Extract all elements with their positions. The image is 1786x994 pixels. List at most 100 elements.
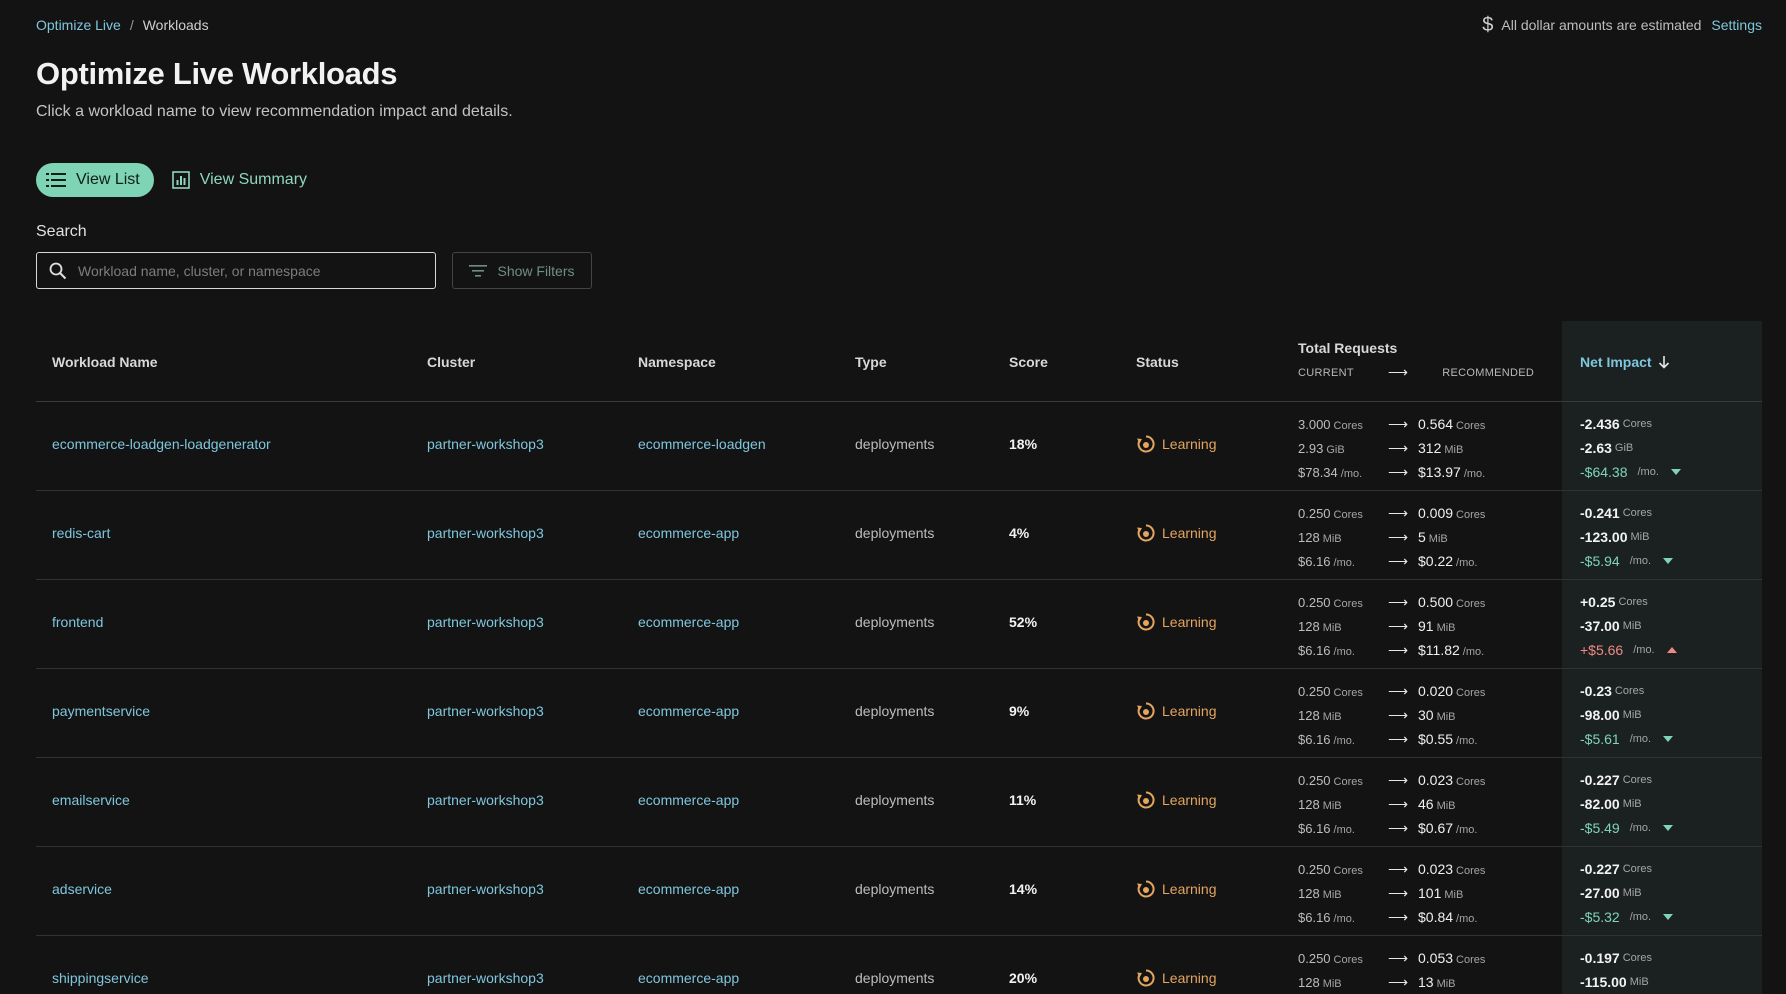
recommended-cpu: 0.053 Cores	[1418, 950, 1486, 966]
expand-toggle[interactable]	[1663, 825, 1674, 831]
net-cpu: -0.241	[1580, 505, 1620, 521]
column-namespace[interactable]: Namespace	[638, 354, 716, 370]
search-input[interactable]	[78, 262, 398, 279]
table-header: Workload Name Cluster Namespace Type Sco…	[36, 321, 1762, 402]
arrow-right-icon: ⟶	[1388, 771, 1409, 788]
cluster-link[interactable]: partner-workshop3	[427, 881, 544, 897]
workload-name-link[interactable]: frontend	[52, 614, 103, 630]
recommended-cost: $0.84/mo.	[1418, 909, 1478, 925]
cluster-link[interactable]: partner-workshop3	[427, 614, 544, 630]
breadcrumb-optimize-live[interactable]: Optimize Live	[36, 17, 121, 33]
total-requests-cell: 0.250 Cores ⟶ 0.053 Cores 128 MiB ⟶ 13 MiB	[1298, 946, 1485, 994]
breadcrumb-current: Workloads	[142, 17, 209, 33]
cost-line: $6.16/mo. ⟶ $0.84/mo.	[1298, 905, 1485, 929]
total-requests-cell: 0.250 Cores ⟶ 0.020 Cores 128 MiB ⟶ 30 MiB $…	[1298, 679, 1485, 751]
workload-name-link[interactable]: emailservice	[52, 792, 130, 808]
expand-toggle[interactable]	[1663, 914, 1674, 920]
namespace-link[interactable]: ecommerce-app	[638, 881, 739, 897]
column-net-impact[interactable]: Net Impact	[1580, 354, 1670, 370]
namespace-link[interactable]: ecommerce-app	[638, 614, 739, 630]
memory-request-line: 128 MiB ⟶ 30 MiB	[1298, 703, 1485, 727]
column-cluster[interactable]: Cluster	[427, 354, 475, 370]
arrow-right-icon: ⟶	[1388, 504, 1409, 521]
table-row: redis-cart partner-workshop3 ecommerce-a…	[36, 491, 1762, 580]
net-memory-line: -2.63 GiB	[1580, 440, 1634, 456]
cpu-request-line: 3.000 Cores ⟶ 0.564 Cores	[1298, 412, 1485, 436]
recommended-memory: 30 MiB	[1418, 707, 1456, 723]
net-memory: -37.00	[1580, 618, 1620, 634]
expand-toggle[interactable]	[1666, 647, 1677, 653]
net-cpu-line: -0.227 Cores	[1580, 861, 1653, 877]
cpu-request-line: 0.250 Cores ⟶ 0.500 Cores	[1298, 590, 1485, 614]
arrow-right-icon: ⟶	[1388, 617, 1409, 634]
column-type[interactable]: Type	[855, 354, 887, 370]
settings-link[interactable]: Settings	[1711, 17, 1762, 33]
namespace-link[interactable]: ecommerce-app	[638, 525, 739, 541]
net-memory-line: -37.00 MiB	[1580, 618, 1642, 634]
cluster-link[interactable]: partner-workshop3	[427, 525, 544, 541]
memory-request-line: 128 MiB ⟶ 101 MiB	[1298, 881, 1485, 905]
status-label: Learning	[1162, 525, 1217, 541]
arrow-right-icon: ⟶	[1387, 364, 1409, 380]
net-cost-line: -$5.49/mo.	[1580, 816, 1674, 840]
column-workload-name[interactable]: Workload Name	[52, 354, 158, 370]
cluster-link[interactable]: partner-workshop3	[427, 436, 544, 452]
cpu-request-line: 0.250 Cores ⟶ 0.009 Cores	[1298, 501, 1485, 525]
arrow-right-icon: ⟶	[1388, 795, 1409, 812]
workloads-table: Workload Name Cluster Namespace Type Sco…	[36, 321, 1762, 994]
cpu-request-line: 0.250 Cores ⟶ 0.053 Cores	[1298, 946, 1485, 970]
net-memory: -27.00	[1580, 885, 1620, 901]
search-field[interactable]	[36, 252, 436, 289]
column-score[interactable]: Score	[1009, 354, 1048, 370]
workload-name-link[interactable]: ecommerce-loadgen-loadgenerator	[52, 436, 271, 452]
expand-toggle[interactable]	[1663, 736, 1674, 742]
view-summary-button[interactable]: View Summary	[168, 163, 321, 197]
arrow-right-icon: ⟶	[1388, 415, 1409, 432]
show-filters-button[interactable]: Show Filters	[452, 252, 592, 289]
view-list-button[interactable]: View List	[36, 163, 154, 197]
net-memory-line: -123.00 MiB	[1580, 529, 1650, 545]
namespace-link[interactable]: ecommerce-loadgen	[638, 436, 766, 452]
score-value: 11%	[1009, 792, 1037, 808]
column-total-requests[interactable]: Total Requests CURRENT ⟶ RECOMMENDED	[1298, 340, 1534, 381]
current-cost: $78.34/mo.	[1298, 464, 1363, 480]
workload-name-link[interactable]: redis-cart	[52, 525, 110, 541]
status-badge: Learning	[1136, 879, 1217, 899]
cluster-link[interactable]: partner-workshop3	[427, 792, 544, 808]
expand-toggle[interactable]	[1663, 558, 1674, 564]
learning-icon	[1137, 435, 1155, 453]
net-memory-line: -27.00 MiB	[1580, 885, 1642, 901]
view-list-label: View List	[76, 171, 140, 188]
net-memory-line: -98.00 MiB	[1580, 707, 1642, 723]
column-status[interactable]: Status	[1136, 354, 1179, 370]
net-memory: -82.00	[1580, 796, 1620, 812]
namespace-link[interactable]: ecommerce-app	[638, 792, 739, 808]
namespace-link[interactable]: ecommerce-app	[638, 703, 739, 719]
net-impact-cell: -0.23 Cores -98.00 MiB -$5.61/mo.	[1580, 679, 1674, 751]
current-memory: 128 MiB	[1298, 885, 1342, 901]
net-cost-line: -$5.94/mo.	[1580, 549, 1674, 573]
current-cpu: 0.250 Cores	[1298, 861, 1363, 877]
recommended-cpu: 0.009 Cores	[1418, 505, 1486, 521]
current-memory: 2.93 GiB	[1298, 440, 1345, 456]
learning-icon	[1137, 702, 1155, 720]
dollar-icon: $	[1482, 14, 1494, 36]
top-bar: Optimize Live / Workloads $ All dollar a…	[36, 15, 1762, 35]
list-icon	[46, 173, 66, 187]
score-value: 18%	[1009, 436, 1038, 452]
workload-name-link[interactable]: shippingservice	[52, 970, 149, 986]
cluster-link[interactable]: partner-workshop3	[427, 970, 544, 986]
status-label: Learning	[1162, 970, 1217, 986]
workload-name-link[interactable]: paymentservice	[52, 703, 150, 719]
cluster-link[interactable]: partner-workshop3	[427, 703, 544, 719]
search-label: Search	[36, 223, 87, 240]
workload-name-link[interactable]: adservice	[52, 881, 112, 897]
status-badge: Learning	[1136, 968, 1217, 988]
status-badge: Learning	[1136, 790, 1217, 810]
expand-toggle[interactable]	[1670, 469, 1681, 475]
namespace-link[interactable]: ecommerce-app	[638, 970, 739, 986]
arrow-right-icon: ⟶	[1388, 439, 1409, 456]
status-label: Learning	[1162, 703, 1217, 719]
cost-line: $6.16/mo. ⟶ $0.67/mo.	[1298, 816, 1485, 840]
score-value: 14%	[1009, 881, 1038, 897]
